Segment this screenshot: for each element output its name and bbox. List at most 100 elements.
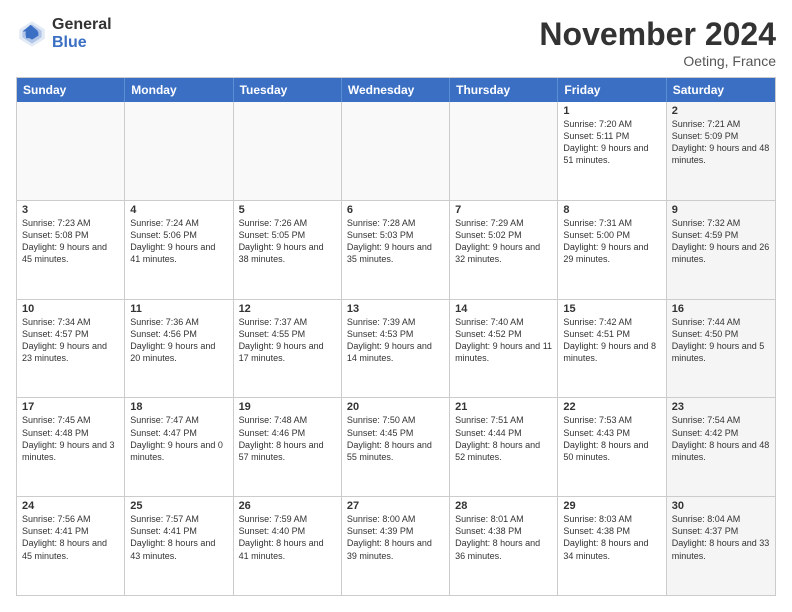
page: General Blue November 2024 Oeting, Franc… — [0, 0, 792, 612]
day-number: 30 — [672, 500, 770, 512]
cal-cell-day-4: 4Sunrise: 7:24 AM Sunset: 5:06 PM Daylig… — [125, 201, 233, 299]
cell-info: Sunrise: 7:39 AM Sunset: 4:53 PM Dayligh… — [347, 316, 444, 365]
cal-cell-empty — [17, 102, 125, 200]
day-number: 24 — [22, 500, 119, 512]
cell-info: Sunrise: 7:59 AM Sunset: 4:40 PM Dayligh… — [239, 513, 336, 562]
cal-cell-day-3: 3Sunrise: 7:23 AM Sunset: 5:08 PM Daylig… — [17, 201, 125, 299]
day-number: 17 — [22, 401, 119, 413]
day-number: 1 — [563, 105, 660, 117]
logo-icon — [16, 18, 48, 50]
header-day-friday: Friday — [558, 78, 666, 102]
cal-cell-day-2: 2Sunrise: 7:21 AM Sunset: 5:09 PM Daylig… — [667, 102, 775, 200]
day-number: 8 — [563, 204, 660, 216]
day-number: 18 — [130, 401, 227, 413]
day-number: 26 — [239, 500, 336, 512]
cal-cell-day-25: 25Sunrise: 7:57 AM Sunset: 4:41 PM Dayli… — [125, 497, 233, 595]
cal-cell-day-15: 15Sunrise: 7:42 AM Sunset: 4:51 PM Dayli… — [558, 300, 666, 398]
cal-cell-day-21: 21Sunrise: 7:51 AM Sunset: 4:44 PM Dayli… — [450, 398, 558, 496]
day-number: 14 — [455, 303, 552, 315]
cell-info: Sunrise: 7:28 AM Sunset: 5:03 PM Dayligh… — [347, 217, 444, 266]
cal-cell-day-20: 20Sunrise: 7:50 AM Sunset: 4:45 PM Dayli… — [342, 398, 450, 496]
day-number: 10 — [22, 303, 119, 315]
header-day-monday: Monday — [125, 78, 233, 102]
day-number: 23 — [672, 401, 770, 413]
day-number: 13 — [347, 303, 444, 315]
cal-cell-day-26: 26Sunrise: 7:59 AM Sunset: 4:40 PM Dayli… — [234, 497, 342, 595]
header-day-tuesday: Tuesday — [234, 78, 342, 102]
cell-info: Sunrise: 7:56 AM Sunset: 4:41 PM Dayligh… — [22, 513, 119, 562]
day-number: 28 — [455, 500, 552, 512]
cell-info: Sunrise: 7:37 AM Sunset: 4:55 PM Dayligh… — [239, 316, 336, 365]
cal-row-0: 1Sunrise: 7:20 AM Sunset: 5:11 PM Daylig… — [17, 102, 775, 201]
day-number: 12 — [239, 303, 336, 315]
day-number: 20 — [347, 401, 444, 413]
day-number: 4 — [130, 204, 227, 216]
cell-info: Sunrise: 7:45 AM Sunset: 4:48 PM Dayligh… — [22, 414, 119, 463]
cal-cell-day-9: 9Sunrise: 7:32 AM Sunset: 4:59 PM Daylig… — [667, 201, 775, 299]
cell-info: Sunrise: 7:54 AM Sunset: 4:42 PM Dayligh… — [672, 414, 770, 463]
day-number: 27 — [347, 500, 444, 512]
calendar: SundayMondayTuesdayWednesdayThursdayFrid… — [16, 77, 776, 596]
title-area: November 2024 Oeting, France — [539, 16, 776, 69]
header-day-saturday: Saturday — [667, 78, 775, 102]
cal-cell-day-16: 16Sunrise: 7:44 AM Sunset: 4:50 PM Dayli… — [667, 300, 775, 398]
cal-cell-empty — [234, 102, 342, 200]
cell-info: Sunrise: 8:00 AM Sunset: 4:39 PM Dayligh… — [347, 513, 444, 562]
cal-cell-empty — [342, 102, 450, 200]
cell-info: Sunrise: 7:26 AM Sunset: 5:05 PM Dayligh… — [239, 217, 336, 266]
cell-info: Sunrise: 7:36 AM Sunset: 4:56 PM Dayligh… — [130, 316, 227, 365]
cell-info: Sunrise: 7:42 AM Sunset: 4:51 PM Dayligh… — [563, 316, 660, 365]
cal-cell-day-29: 29Sunrise: 8:03 AM Sunset: 4:38 PM Dayli… — [558, 497, 666, 595]
cal-cell-day-12: 12Sunrise: 7:37 AM Sunset: 4:55 PM Dayli… — [234, 300, 342, 398]
day-number: 6 — [347, 204, 444, 216]
cal-cell-day-13: 13Sunrise: 7:39 AM Sunset: 4:53 PM Dayli… — [342, 300, 450, 398]
cal-cell-day-5: 5Sunrise: 7:26 AM Sunset: 5:05 PM Daylig… — [234, 201, 342, 299]
cell-info: Sunrise: 7:23 AM Sunset: 5:08 PM Dayligh… — [22, 217, 119, 266]
cal-cell-day-28: 28Sunrise: 8:01 AM Sunset: 4:38 PM Dayli… — [450, 497, 558, 595]
cal-cell-day-11: 11Sunrise: 7:36 AM Sunset: 4:56 PM Dayli… — [125, 300, 233, 398]
cell-info: Sunrise: 7:44 AM Sunset: 4:50 PM Dayligh… — [672, 316, 770, 365]
day-number: 2 — [672, 105, 770, 117]
cell-info: Sunrise: 8:04 AM Sunset: 4:37 PM Dayligh… — [672, 513, 770, 562]
day-number: 22 — [563, 401, 660, 413]
cal-row-4: 24Sunrise: 7:56 AM Sunset: 4:41 PM Dayli… — [17, 497, 775, 595]
cell-info: Sunrise: 7:57 AM Sunset: 4:41 PM Dayligh… — [130, 513, 227, 562]
cal-cell-day-10: 10Sunrise: 7:34 AM Sunset: 4:57 PM Dayli… — [17, 300, 125, 398]
header-day-wednesday: Wednesday — [342, 78, 450, 102]
cell-info: Sunrise: 7:47 AM Sunset: 4:47 PM Dayligh… — [130, 414, 227, 463]
day-number: 3 — [22, 204, 119, 216]
cal-row-3: 17Sunrise: 7:45 AM Sunset: 4:48 PM Dayli… — [17, 398, 775, 497]
cell-info: Sunrise: 7:34 AM Sunset: 4:57 PM Dayligh… — [22, 316, 119, 365]
cal-cell-day-18: 18Sunrise: 7:47 AM Sunset: 4:47 PM Dayli… — [125, 398, 233, 496]
day-number: 9 — [672, 204, 770, 216]
cal-row-2: 10Sunrise: 7:34 AM Sunset: 4:57 PM Dayli… — [17, 300, 775, 399]
cell-info: Sunrise: 7:29 AM Sunset: 5:02 PM Dayligh… — [455, 217, 552, 266]
cal-cell-day-22: 22Sunrise: 7:53 AM Sunset: 4:43 PM Dayli… — [558, 398, 666, 496]
cal-cell-day-14: 14Sunrise: 7:40 AM Sunset: 4:52 PM Dayli… — [450, 300, 558, 398]
calendar-header: SundayMondayTuesdayWednesdayThursdayFrid… — [17, 78, 775, 102]
cal-row-1: 3Sunrise: 7:23 AM Sunset: 5:08 PM Daylig… — [17, 201, 775, 300]
cell-info: Sunrise: 7:40 AM Sunset: 4:52 PM Dayligh… — [455, 316, 552, 365]
cell-info: Sunrise: 7:24 AM Sunset: 5:06 PM Dayligh… — [130, 217, 227, 266]
cal-cell-day-7: 7Sunrise: 7:29 AM Sunset: 5:02 PM Daylig… — [450, 201, 558, 299]
cell-info: Sunrise: 8:01 AM Sunset: 4:38 PM Dayligh… — [455, 513, 552, 562]
header: General Blue November 2024 Oeting, Franc… — [16, 16, 776, 69]
calendar-body: 1Sunrise: 7:20 AM Sunset: 5:11 PM Daylig… — [17, 102, 775, 595]
cal-cell-day-24: 24Sunrise: 7:56 AM Sunset: 4:41 PM Dayli… — [17, 497, 125, 595]
cal-cell-day-23: 23Sunrise: 7:54 AM Sunset: 4:42 PM Dayli… — [667, 398, 775, 496]
day-number: 29 — [563, 500, 660, 512]
cal-cell-day-6: 6Sunrise: 7:28 AM Sunset: 5:03 PM Daylig… — [342, 201, 450, 299]
day-number: 16 — [672, 303, 770, 315]
logo-text: General Blue — [52, 16, 112, 51]
cal-cell-day-17: 17Sunrise: 7:45 AM Sunset: 4:48 PM Dayli… — [17, 398, 125, 496]
cell-info: Sunrise: 7:31 AM Sunset: 5:00 PM Dayligh… — [563, 217, 660, 266]
day-number: 21 — [455, 401, 552, 413]
day-number: 7 — [455, 204, 552, 216]
day-number: 25 — [130, 500, 227, 512]
logo: General Blue — [16, 16, 112, 51]
day-number: 5 — [239, 204, 336, 216]
cell-info: Sunrise: 7:32 AM Sunset: 4:59 PM Dayligh… — [672, 217, 770, 266]
cell-info: Sunrise: 7:51 AM Sunset: 4:44 PM Dayligh… — [455, 414, 552, 463]
header-day-thursday: Thursday — [450, 78, 558, 102]
day-number: 19 — [239, 401, 336, 413]
